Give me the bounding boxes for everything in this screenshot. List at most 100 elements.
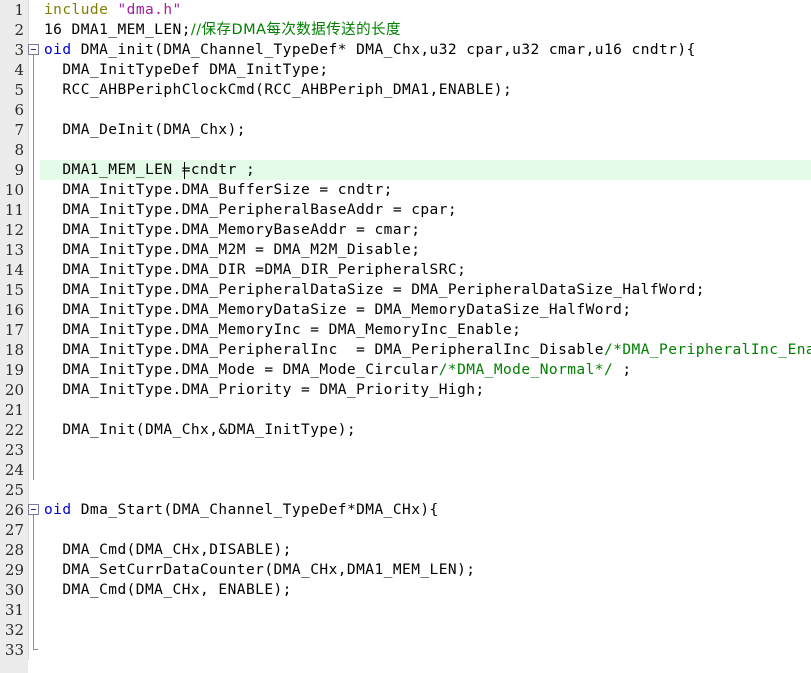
code-line[interactable]: 5 RCC_AHBPeriphClockCmd(RCC_AHBPeriph_DM… <box>0 80 811 100</box>
code-line[interactable]: 1 include "dma.h" <box>0 0 811 20</box>
code-text[interactable]: DMA_InitType.DMA_Priority = DMA_Priority… <box>44 380 485 400</box>
code-text[interactable]: DMA_InitType.DMA_MemoryDataSize = DMA_Me… <box>44 300 632 320</box>
fold-guide-line <box>28 200 40 220</box>
code-text[interactable]: DMA_InitType.DMA_PeripheralInc = DMA_Per… <box>44 340 811 360</box>
line-number: 12 <box>4 221 24 239</box>
code-text[interactable]: DMA_InitType.DMA_DIR =DMA_DIR_Peripheral… <box>44 260 466 280</box>
fold-guide-line-segment <box>33 180 34 200</box>
token-cmt: /*DMA_PeripheralInc_Enable*/ <box>603 342 811 358</box>
line-number: 14 <box>4 261 24 279</box>
code-line[interactable]: 3 oid DMA_init(DMA_Channel_TypeDef* DMA_C… <box>0 40 811 60</box>
code-text[interactable]: DMA_InitType.DMA_PeripheralBaseAddr = cp… <box>44 200 457 220</box>
code-line[interactable]: 30 DMA_Cmd(DMA_CHx, ENABLE); <box>0 580 811 600</box>
code-line[interactable]: 28 DMA_Cmd(DMA_CHx,DISABLE); <box>0 540 811 560</box>
code-text[interactable]: DMA_InitTypeDef DMA_InitType; <box>44 60 329 80</box>
code-text[interactable]: DMA_Init(DMA_Chx,&DMA_InitType); <box>44 420 356 440</box>
code-line[interactable]: 9 DMA1_MEM_LEN =cndtr ; <box>0 160 811 180</box>
fold-guide-line-segment <box>33 540 34 560</box>
code-line[interactable]: 16 DMA_InitType.DMA_MemoryDataSize = DMA… <box>0 300 811 320</box>
fold-guide-line-segment <box>33 320 34 340</box>
fold-guide-line-segment <box>33 80 34 100</box>
code-editor[interactable]: 1 include "dma.h" 2 16 DMA1_MEM_LEN;//保存DMA… <box>0 0 811 673</box>
fold-collapse-icon[interactable] <box>28 500 40 520</box>
code-line[interactable]: 17 DMA_InitType.DMA_MemoryInc = DMA_Memo… <box>0 320 811 340</box>
fold-guide-line-segment <box>33 360 34 380</box>
code-line[interactable]: 23 <box>0 440 811 460</box>
code-line[interactable]: 4 DMA_InitTypeDef DMA_InitType; <box>0 60 811 80</box>
code-text[interactable]: DMA_InitType.DMA_BufferSize = cndtr; <box>44 180 393 200</box>
token-plain: Dma_Start(DMA_Channel_TypeDef*DMA_CHx){ <box>71 502 439 518</box>
code-text[interactable]: RCC_AHBPeriphClockCmd(RCC_AHBPeriph_DMA1… <box>44 80 512 100</box>
token-plain: DMA_InitType.DMA_PeripheralDataSize = DM… <box>44 282 705 298</box>
fold-guide-line <box>28 340 40 360</box>
code-line[interactable]: 10 DMA_InitType.DMA_BufferSize = cndtr; <box>0 180 811 200</box>
fold-guide-line <box>28 140 40 160</box>
code-line[interactable]: 21 <box>0 400 811 420</box>
fold-minus-box-icon[interactable] <box>28 44 39 55</box>
fold-guide-line <box>28 240 40 260</box>
line-number: 26 <box>4 501 24 519</box>
code-line[interactable]: 13 DMA_InitType.DMA_M2M = DMA_M2M_Disabl… <box>0 240 811 260</box>
code-line[interactable]: 18 DMA_InitType.DMA_PeripheralInc = DMA_… <box>0 340 811 360</box>
line-number: 24 <box>4 461 24 479</box>
line-number: 15 <box>4 281 24 299</box>
code-text[interactable]: oid DMA_init(DMA_Channel_TypeDef* DMA_Ch… <box>44 40 696 60</box>
fold-guide-line <box>28 100 40 120</box>
token-plain: DMA_Cmd(DMA_CHx, ENABLE); <box>44 582 292 598</box>
code-line[interactable]: 25 <box>0 480 811 500</box>
code-line[interactable]: 7 DMA_DeInit(DMA_Chx); <box>0 120 811 140</box>
code-lines[interactable]: 1 include "dma.h" 2 16 DMA1_MEM_LEN;//保存DMA… <box>0 0 811 660</box>
text-cursor <box>184 162 186 179</box>
code-text[interactable]: DMA_InitType.DMA_MemoryInc = DMA_MemoryI… <box>44 320 521 340</box>
code-line[interactable]: 22 DMA_Init(DMA_Chx,&DMA_InitType); <box>0 420 811 440</box>
code-text[interactable]: DMA_InitType.DMA_MemoryBaseAddr = cmar; <box>44 220 420 240</box>
fold-guide-line <box>28 60 40 80</box>
token-plain: DMA_InitType.DMA_Mode = DMA_Mode_Circula… <box>44 362 439 378</box>
code-line[interactable]: 24 <box>0 460 811 480</box>
code-line[interactable]: 19 DMA_InitType.DMA_Mode = DMA_Mode_Circ… <box>0 360 811 380</box>
code-line[interactable]: 2 16 DMA1_MEM_LEN;//保存DMA每次数据传送的长度 <box>0 20 811 40</box>
code-text[interactable]: DMA1_MEM_LEN =cndtr ; <box>44 160 255 180</box>
fold-guide-line <box>28 260 40 280</box>
token-kw: oid <box>44 42 72 58</box>
code-line[interactable]: 31 <box>0 600 811 620</box>
token-plain: 16 DMA1_MEM_LEN; <box>44 22 191 38</box>
fold-guide-line <box>28 620 40 640</box>
code-text[interactable]: DMA_Cmd(DMA_CHx,DISABLE); <box>44 540 292 560</box>
token-plain: DMA_Cmd(DMA_CHx,DISABLE); <box>44 542 292 558</box>
code-line[interactable]: 27 <box>0 520 811 540</box>
code-text[interactable]: DMA_InitType.DMA_Mode = DMA_Mode_Circula… <box>44 360 632 380</box>
code-line[interactable]: 20 DMA_InitType.DMA_Priority = DMA_Prior… <box>0 380 811 400</box>
code-line[interactable]: 32 <box>0 620 811 640</box>
code-line[interactable]: 11 DMA_InitType.DMA_PeripheralBaseAddr =… <box>0 200 811 220</box>
line-number: 2 <box>14 21 24 39</box>
fold-minus-box-icon[interactable] <box>28 504 39 515</box>
code-line[interactable]: 15 DMA_InitType.DMA_PeripheralDataSize =… <box>0 280 811 300</box>
code-line[interactable]: 29 DMA_SetCurrDataCounter(DMA_CHx,DMA1_M… <box>0 560 811 580</box>
code-text[interactable]: oid Dma_Start(DMA_Channel_TypeDef*DMA_CH… <box>44 500 439 520</box>
code-text[interactable]: 16 DMA1_MEM_LEN;//保存DMA每次数据传送的长度 <box>44 20 401 40</box>
fold-guide-line-segment <box>33 340 34 360</box>
fold-guide-line-segment <box>33 160 34 180</box>
fold-guide-line-segment <box>33 460 34 480</box>
code-line[interactable]: 33 <box>0 640 811 660</box>
code-text[interactable]: DMA_SetCurrDataCounter(DMA_CHx,DMA1_MEM_… <box>44 560 475 580</box>
code-line[interactable]: 8 <box>0 140 811 160</box>
code-line[interactable]: 14 DMA_InitType.DMA_DIR =DMA_DIR_Periphe… <box>0 260 811 280</box>
code-line[interactable]: 6 <box>0 100 811 120</box>
fold-guide-line-segment <box>33 400 34 420</box>
fold-guide-line <box>28 420 40 440</box>
token-plain: DMA_InitType.DMA_DIR =DMA_DIR_Peripheral… <box>44 262 467 278</box>
code-text[interactable]: DMA_InitType.DMA_PeripheralDataSize = DM… <box>44 280 705 300</box>
code-text[interactable]: DMA_DeInit(DMA_Chx); <box>44 120 246 140</box>
code-text[interactable]: DMA_Cmd(DMA_CHx, ENABLE); <box>44 580 292 600</box>
code-line[interactable]: 26 oid Dma_Start(DMA_Channel_TypeDef*DMA_… <box>0 500 811 520</box>
code-text[interactable]: DMA_InitType.DMA_M2M = DMA_M2M_Disable; <box>44 240 420 260</box>
line-number: 11 <box>4 201 24 219</box>
fold-collapse-icon[interactable] <box>28 40 40 60</box>
code-line[interactable]: 12 DMA_InitType.DMA_MemoryBaseAddr = cma… <box>0 220 811 240</box>
line-number: 25 <box>4 481 24 499</box>
code-text[interactable]: include "dma.h" <box>44 0 182 20</box>
fold-guide-line <box>28 600 40 620</box>
fold-guide-line-segment <box>33 620 34 640</box>
